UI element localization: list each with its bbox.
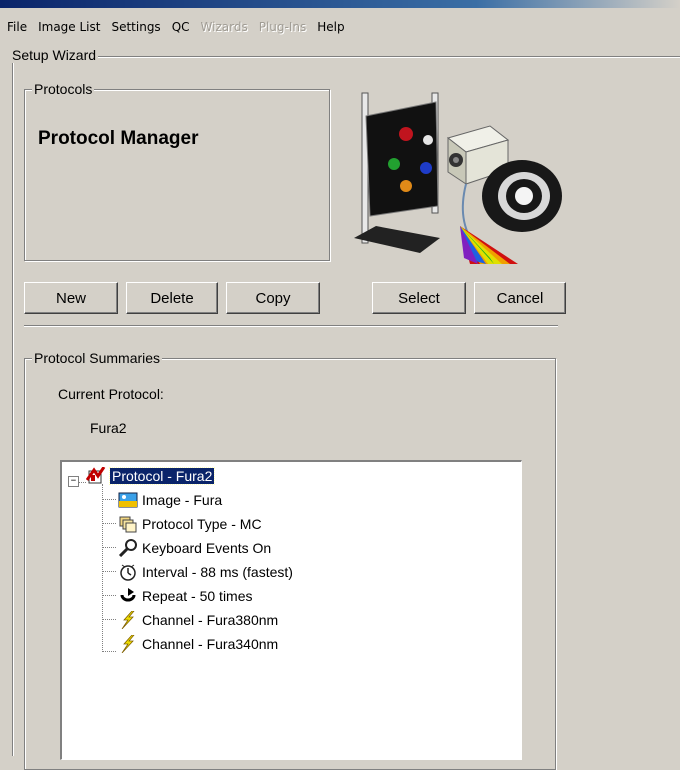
menu-image-list[interactable]: Image List [34,20,104,34]
setup-wizard-legend: Setup Wizard [12,47,99,63]
window-title-strip [0,0,680,8]
tree-connector [102,619,116,620]
protocol-type-icon [119,516,137,533]
tree-connector [102,571,116,572]
tree-collapse-toggle[interactable]: − [68,476,79,487]
delete-button[interactable]: Delete [126,282,218,314]
tree-item-protocol-type[interactable]: Protocol Type - MC [118,513,262,535]
menu-qc[interactable]: QC [168,20,194,34]
tree-item-channel-340[interactable]: Channel - Fura340nm [118,633,278,655]
copy-button[interactable]: Copy [226,282,320,314]
new-button[interactable]: New [24,282,118,314]
current-protocol-label: Current Protocol: [58,386,164,402]
menu-settings[interactable]: Settings [107,20,164,34]
separator [24,325,558,326]
tree-connector [102,499,116,500]
menu-bar: File Image List Settings QC Wizards Plug… [0,16,680,38]
protocol-tree-view[interactable]: − Protocol - Fura2 Image - Fura Protocol… [60,460,522,760]
current-protocol-value: Fura2 [90,420,127,436]
protocol-summaries-legend: Protocol Summaries [32,350,163,366]
tree-item-keyboard-events[interactable]: Keyboard Events On [118,537,271,559]
tree-connector [102,484,103,652]
repeat-icon [120,588,136,602]
menu-file[interactable]: File [3,20,31,34]
tree-connector [78,482,86,483]
menu-help[interactable]: Help [313,20,348,34]
menu-wizards: Wizards [200,20,248,34]
protocols-legend: Protocols [32,81,95,97]
tree-connector [102,547,116,548]
image-icon [118,492,138,508]
tree-connector [102,595,116,596]
protocol-manager-title: Protocol Manager [38,128,199,149]
cancel-button[interactable]: Cancel [474,282,566,314]
channel-lightning-icon [121,611,135,629]
tree-connector [102,523,116,524]
interval-clock-icon [120,564,136,581]
tree-root-protocol[interactable]: Protocol - Fura2 [86,465,216,487]
setup-wizard-left-border [12,56,13,756]
protocol-manager-illustration-icon [354,92,562,264]
menu-plug-ins: Plug-Ins [258,20,307,34]
protocol-icon [86,467,106,484]
protocols-group [24,89,330,261]
keyboard-events-icon [118,539,137,557]
setup-wizard-border [12,56,680,57]
tree-item-interval[interactable]: Interval - 88 ms (fastest) [118,561,293,583]
tree-item-repeat[interactable]: Repeat - 50 times [118,585,253,607]
channel-lightning-icon [121,635,135,653]
tree-item-image[interactable]: Image - Fura [118,489,222,511]
tree-item-channel-380[interactable]: Channel - Fura380nm [118,609,278,631]
select-button[interactable]: Select [372,282,466,314]
tree-connector [102,651,116,652]
